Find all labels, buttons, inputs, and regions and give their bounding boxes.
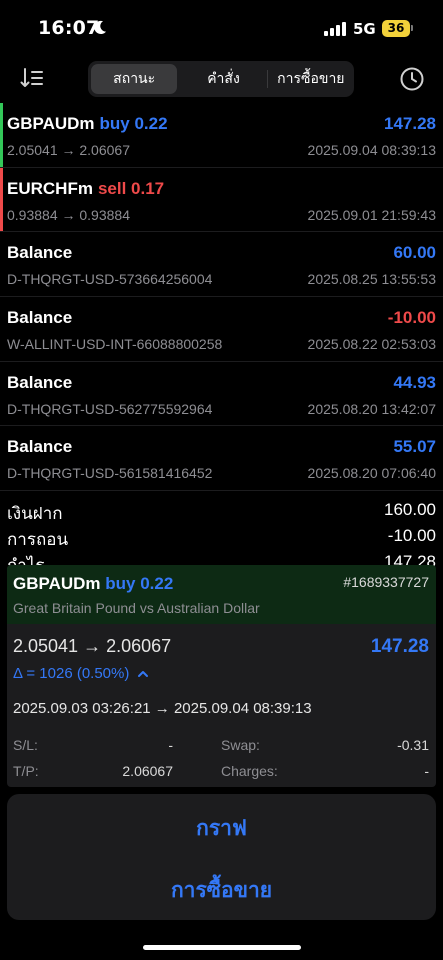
deal-detail-card: GBPAUDm buy 0.22 #1689337727 Great Brita…	[7, 565, 436, 787]
row-symbol: GBPAUDm	[7, 114, 95, 133]
tab-orders[interactable]: คำสั่ง	[180, 61, 266, 97]
row-title: Balance	[7, 437, 72, 457]
history-row[interactable]: Balance W-ALLINT-USD-INT-66088800258 -10.0…	[0, 297, 443, 362]
chart-button[interactable]: กราฟ	[7, 812, 436, 845]
withdraw-label: การถอน	[7, 530, 69, 549]
card-times: 2025.09.03 03:26:21 → 2025.09.04 08:39:1…	[13, 700, 312, 717]
row-symbol: Balance	[7, 437, 73, 457]
row-symbol: EURCHFm	[7, 178, 93, 198]
status-bar: 16:07 5G 36	[0, 0, 443, 58]
toolbar: สถานะ คำสั่ง การซื้อขาย	[0, 58, 443, 100]
summary-deposit: เงินฝาก 160.00	[0, 500, 443, 526]
row-symbol: Balance	[7, 243, 73, 263]
row-side: sell 0.17	[97, 178, 165, 198]
summary-withdraw: การถอน -10.00	[0, 526, 443, 552]
history-row[interactable]: GBPAUDm buy 0.22 2.05041 → 2.06067 147.28 20…	[0, 103, 443, 168]
delta-text: Δ = 1026 (0.50%)	[13, 665, 130, 682]
sort-icon[interactable]	[20, 67, 44, 89]
deposit-label: เงินฝาก	[7, 504, 63, 523]
network-label: 5G	[353, 20, 376, 38]
row-date: 2025.08.20 07:06:40	[307, 465, 436, 482]
row-amount: 147.28	[384, 114, 436, 133]
card-side: buy 0.22	[105, 574, 174, 593]
tab-deals[interactable]: การซื้อขาย	[268, 61, 354, 97]
signal-icon	[324, 22, 346, 36]
row-symbol: Balance	[7, 372, 73, 392]
history-list: GBPAUDm buy 0.22 2.05041 → 2.06067 147.28 20…	[0, 103, 443, 492]
history-row[interactable]: Balance D-THQRGT-USD-561581416452 55.07 202…	[0, 426, 443, 492]
card-symbol: GBPAUDm buy 0.22	[13, 574, 173, 594]
history-row[interactable]: Balance D-THQRGT-USD-573664256004 60.00 202…	[0, 232, 443, 298]
moon-icon	[94, 20, 106, 35]
action-sheet: กราฟ การซื้อขาย	[7, 794, 436, 920]
swap-label: Swap:	[221, 737, 260, 753]
card-description: Great Britain Pound vs Australian Dollar	[13, 600, 260, 616]
row-accent-bar	[0, 103, 3, 167]
withdraw-value: -10.00	[387, 526, 436, 545]
row-detail: 0.93884 → 0.93884	[7, 206, 130, 223]
card-prices: 2.05041 → 2.06067	[13, 636, 172, 656]
row-date: 2025.08.22 02:53:03	[307, 336, 436, 353]
sl-value: -	[168, 737, 173, 753]
clock-icon[interactable]	[399, 66, 425, 92]
charges-label: Charges:	[221, 763, 278, 779]
row-title: Balance	[7, 373, 72, 393]
history-row[interactable]: EURCHFm sell 0.17 0.93884 → 0.93884 2025.09…	[0, 167, 443, 233]
card-symbol-name: GBPAUDm	[13, 574, 101, 593]
card-header: GBPAUDm buy 0.22 #1689337727 Great Brita…	[7, 565, 436, 624]
charges-value: -	[424, 763, 429, 779]
row-detail: W-ALLINT-USD-INT-66088800258	[7, 336, 223, 353]
row-symbol: Balance	[7, 308, 73, 328]
row-detail: D-THQRGT-USD-562775592964	[7, 400, 213, 417]
row-amount: 44.93	[393, 372, 436, 392]
row-date: 2025.08.25 13:55:53	[307, 271, 436, 288]
row-title: EURCHFm sell 0.17	[7, 179, 164, 199]
tp-value: 2.06067	[122, 763, 173, 779]
row-title: Balance	[7, 243, 72, 263]
card-ticket: #1689337727	[343, 574, 429, 590]
segmented-tabs: สถานะ คำสั่ง การซื้อขาย	[88, 61, 354, 97]
row-detail: D-THQRGT-USD-573664256004	[7, 271, 213, 288]
row-side: buy 0.22	[99, 114, 168, 133]
row-title: Balance	[7, 308, 72, 328]
row-detail: D-THQRGT-USD-561581416452	[7, 465, 213, 482]
tp-label: T/P:	[13, 763, 39, 779]
row-amount: 60.00	[393, 243, 436, 263]
row-detail: 2.05041 → 2.06067	[7, 142, 130, 158]
row-date: 2025.08.20 13:42:07	[307, 400, 436, 417]
deposit-value: 160.00	[384, 500, 436, 519]
battery-icon: 36	[382, 20, 410, 37]
row-amount: -10.00	[387, 308, 436, 328]
card-profit: 147.28	[370, 636, 429, 657]
row-accent-bar	[0, 167, 3, 232]
trade-button[interactable]: การซื้อขาย	[7, 874, 436, 907]
history-row[interactable]: Balance D-THQRGT-USD-562775592964 44.93 202…	[0, 362, 443, 427]
tab-positions[interactable]: สถานะ	[91, 64, 178, 94]
home-indicator[interactable]	[143, 945, 301, 950]
row-date: 2025.09.04 08:39:13	[307, 142, 436, 158]
row-title: GBPAUDm buy 0.22	[7, 114, 168, 134]
swap-value: -0.31	[397, 737, 429, 753]
sl-label: S/L:	[13, 737, 38, 753]
row-date: 2025.09.01 21:59:43	[307, 206, 436, 223]
chevron-up-icon	[137, 671, 148, 678]
card-delta[interactable]: Δ = 1026 (0.50%)	[13, 665, 149, 682]
battery-tip	[411, 25, 413, 31]
clock: 16:07	[38, 17, 100, 39]
row-amount: 55.07	[393, 437, 436, 457]
